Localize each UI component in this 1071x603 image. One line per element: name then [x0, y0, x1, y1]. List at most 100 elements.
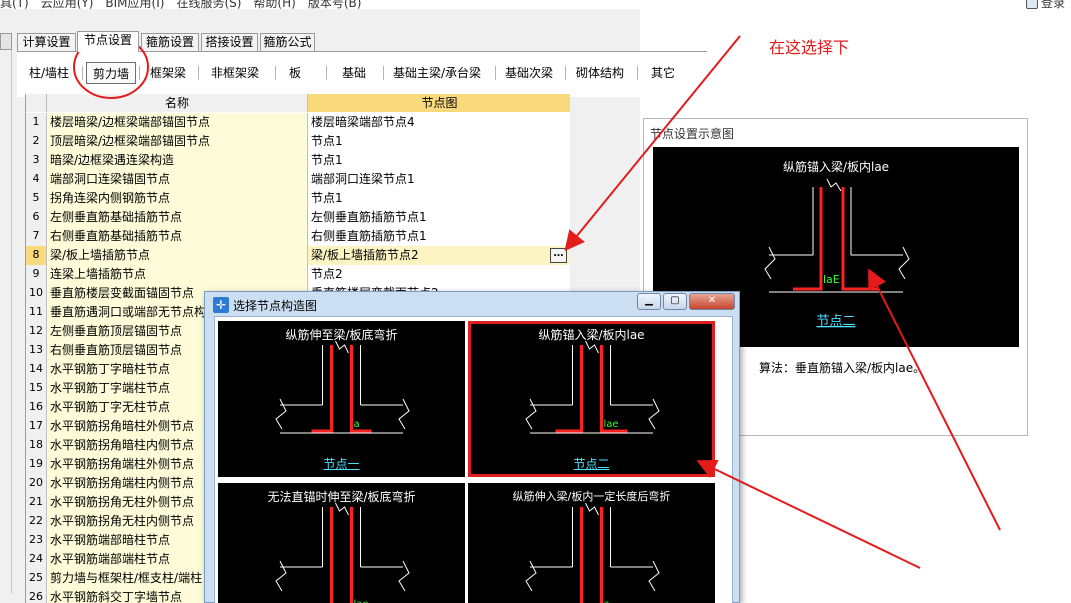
option-diagram: lae	[275, 502, 410, 603]
row-name: 顶层暗梁/边框梁端部锚固节点	[47, 132, 308, 151]
preview-caption: 纵筋锚入梁/板内lae	[783, 159, 889, 174]
subtab-1[interactable]: 柱/墙柱	[21, 62, 77, 84]
subtab-separator	[637, 66, 638, 80]
preview-dim-label: laE	[823, 273, 840, 286]
app-icon: ✛	[213, 297, 229, 313]
row-number: 4	[26, 170, 47, 189]
subtab-7[interactable]: 基础主梁/承台梁	[387, 62, 487, 84]
subtab-separator	[565, 66, 566, 80]
row-node-value[interactable]: 节点1	[308, 151, 570, 170]
row-number: 13	[26, 341, 47, 360]
subtab-6[interactable]: 基础	[330, 62, 378, 84]
row-number: 7	[26, 227, 47, 246]
table-row[interactable]: 5 拐角连梁内侧钢筋节点 节点1	[26, 189, 570, 208]
name-column-header: 名称	[47, 94, 308, 112]
subtab-8[interactable]: 基础次梁	[499, 62, 559, 84]
row-number: 18	[26, 436, 47, 455]
table-row[interactable]: 4 端部洞口连梁锚固节点 端部洞口连梁节点1	[26, 170, 570, 189]
maximize-button[interactable]: ▢	[663, 293, 687, 310]
table-row[interactable]: 1 楼层暗梁/边框梁端部锚固节点 楼层暗梁端部节点4	[26, 113, 570, 132]
row-number-header	[26, 94, 47, 112]
row-number: 17	[26, 417, 47, 436]
option-diagram: lae	[525, 340, 660, 434]
node-option-1[interactable]: 纵筋伸至梁/板底弯折 a 节点一	[218, 321, 465, 477]
table-row[interactable]: 2 顶层暗梁/边框梁端部锚固节点 节点1	[26, 132, 570, 151]
node-option-4[interactable]: 纵筋伸入梁/板内一定长度后弯折a	[468, 483, 715, 603]
row-number: 5	[26, 189, 47, 208]
row-node-value[interactable]: 左侧垂直筋插筋节点1	[308, 208, 570, 227]
subtab-separator	[139, 66, 140, 80]
row-number: 25	[26, 569, 47, 588]
select-node-dialog: ✛ 选择节点构造图 ▁ ▢ ✕ 纵筋伸至梁/板底弯折 a 节点一 纵筋锚入梁/板内la…	[204, 291, 740, 603]
row-node-value[interactable]: 梁/板上墙插筋节点2	[308, 246, 570, 265]
subtab-5[interactable]: 板	[279, 62, 311, 84]
table-row[interactable]: 3 暗梁/边框梁遇连梁构造 节点1	[26, 151, 570, 170]
row-number: 11	[26, 303, 47, 322]
row-number: 15	[26, 379, 47, 398]
row-name: 连梁上墙插筋节点	[47, 265, 308, 284]
grid-header: 名称 节点图	[26, 94, 570, 112]
table-row[interactable]: 7 右侧垂直筋基础插筋节点 右侧垂直筋插筋节点1	[26, 227, 570, 246]
tab-4[interactable]: 搭接设置	[201, 33, 258, 51]
row-number: 21	[26, 493, 47, 512]
component-subtabs: 柱/墙柱 剪力墙 框架梁 非框架梁板基础 基础主梁/承台梁 基础次梁 砌体结构 其它	[17, 51, 707, 97]
row-number: 9	[26, 265, 47, 284]
row-number: 12	[26, 322, 47, 341]
table-row[interactable]: 6 左侧垂直筋基础插筋节点 左侧垂直筋插筋节点1	[26, 208, 570, 227]
row-number: 20	[26, 474, 47, 493]
row-number: 10	[26, 284, 47, 303]
close-button[interactable]: ✕	[689, 293, 735, 310]
row-number: 22	[26, 512, 47, 531]
preview-title: 节点设置示意图	[650, 127, 735, 141]
login-button[interactable]: 登录	[1025, 0, 1065, 11]
subtab-2[interactable]: 剪力墙	[86, 62, 136, 84]
row-number: 1	[26, 113, 47, 132]
node-column-header: 节点图	[308, 94, 570, 112]
row-number: 6	[26, 208, 47, 227]
annotation-text: 在这选择下	[769, 38, 850, 57]
node-option-3[interactable]: 无法直锚时伸至梁/板底弯折lae	[218, 483, 465, 603]
subtab-10[interactable]: 其它	[641, 62, 685, 84]
gutter-handle[interactable]	[0, 33, 12, 50]
menu-bar: 具(T) 云应用(Y) BIM应用(I) 在线服务(S) 帮助(H) 版本号(B) 登录	[0, 0, 1071, 11]
preview-node-link: 节点二	[816, 314, 855, 329]
row-number: 3	[26, 151, 47, 170]
subtab-9[interactable]: 砌体结构	[569, 62, 631, 84]
table-row[interactable]: 9 连梁上墙插筋节点 节点2	[26, 265, 570, 284]
option-diagram: a	[525, 502, 660, 603]
subtab-separator	[82, 66, 83, 80]
tab-5[interactable]: 箍筋公式	[260, 33, 315, 51]
row-name: 端部洞口连梁锚固节点	[47, 170, 308, 189]
row-number: 19	[26, 455, 47, 474]
subtab-separator	[326, 66, 327, 80]
row-number: 16	[26, 398, 47, 417]
option-node-link[interactable]: 节点二	[468, 455, 715, 472]
row-name: 左侧垂直筋基础插筋节点	[47, 208, 308, 227]
tab-1[interactable]: 计算设置	[17, 33, 76, 51]
option-node-link[interactable]: 节点一	[218, 455, 465, 472]
row-name: 楼层暗梁/边框梁端部锚固节点	[47, 113, 308, 132]
subtab-4[interactable]: 非框架梁	[202, 62, 268, 84]
subtab-separator	[495, 66, 496, 80]
subtab-3[interactable]: 框架梁	[143, 62, 193, 84]
option-dim-label: a	[604, 599, 610, 603]
left-gutter	[0, 34, 12, 594]
row-number: 8	[26, 246, 47, 265]
option-diagram: a	[275, 340, 410, 434]
dialog-title: 选择节点构造图	[233, 299, 318, 313]
row-number: 23	[26, 531, 47, 550]
minimize-button[interactable]: ▁	[637, 293, 661, 310]
tab-2[interactable]: 节点设置	[77, 31, 139, 52]
tab-3[interactable]: 箍筋设置	[141, 33, 199, 51]
table-row[interactable]: 8 梁/板上墙插筋节点 梁/板上墙插筋节点2…	[26, 246, 570, 265]
row-node-value[interactable]: 右侧垂直筋插筋节点1	[308, 227, 570, 246]
row-node-value[interactable]: 楼层暗梁端部节点4	[308, 113, 570, 132]
row-node-value[interactable]: 节点1	[308, 189, 570, 208]
preview-description: 算法：垂直筋锚入梁/板内lae。	[759, 361, 926, 375]
node-option-2[interactable]: 纵筋锚入梁/板内lae lae 节点二	[468, 321, 715, 477]
row-node-value[interactable]: 端部洞口连梁节点1	[308, 170, 570, 189]
row-number: 24	[26, 550, 47, 569]
row-node-value[interactable]: 节点2	[308, 265, 570, 284]
ellipsis-button[interactable]: …	[550, 248, 567, 263]
row-node-value[interactable]: 节点1	[308, 132, 570, 151]
